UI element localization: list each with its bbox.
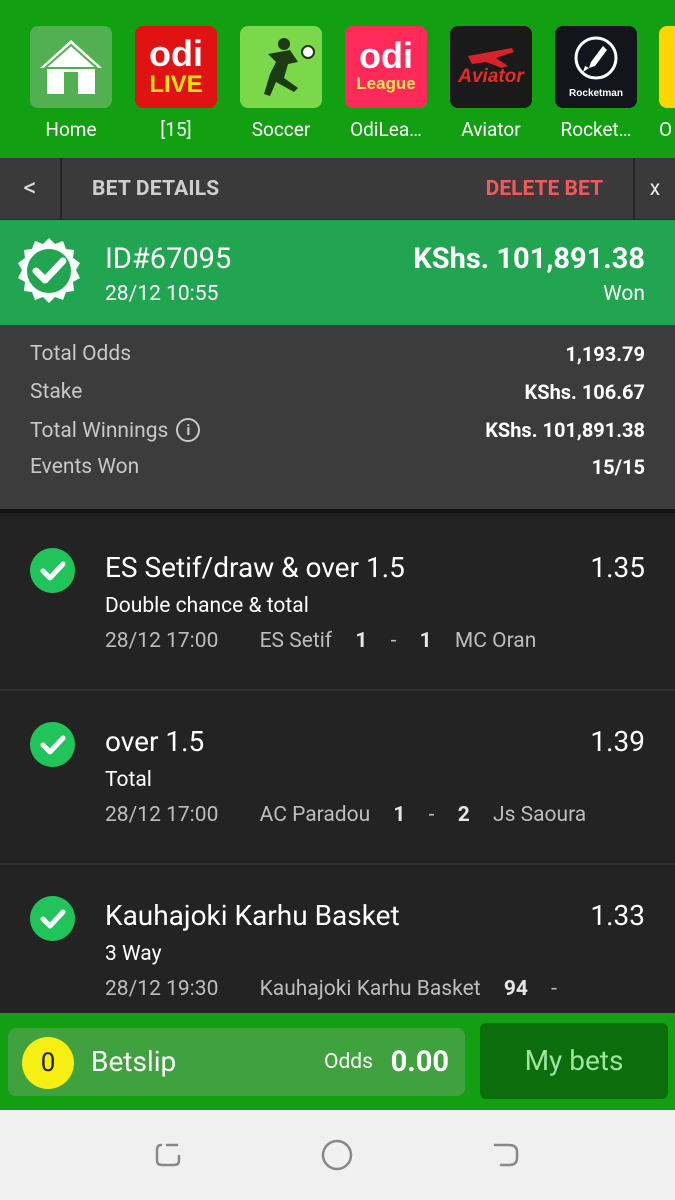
bet-id: ID#67095 bbox=[105, 242, 232, 276]
event-odds: 1.33 bbox=[590, 899, 645, 932]
summary-row-events-won: Events Won 15/15 bbox=[30, 455, 645, 485]
score-separator: - bbox=[551, 977, 557, 1001]
event-home-team: Kauhajoki Karhu Basket bbox=[259, 977, 481, 1001]
back-button[interactable]: < bbox=[0, 158, 62, 220]
my-bets-button[interactable]: My bets bbox=[480, 1023, 668, 1099]
event-away-score: 2 bbox=[457, 803, 470, 827]
event-odds: 1.35 bbox=[590, 551, 645, 584]
summary-label: Total Winnings bbox=[30, 419, 169, 443]
event-odds: 1.39 bbox=[590, 725, 645, 758]
app-label: Aviator bbox=[461, 118, 521, 141]
summary-value: 15/15 bbox=[591, 455, 645, 479]
bet-amount: KShs. 101,891.38 bbox=[413, 242, 645, 276]
check-icon bbox=[30, 722, 75, 767]
partial-app-icon bbox=[659, 26, 675, 108]
summary-value: KShs. 106.67 bbox=[524, 380, 645, 404]
event-item[interactable]: Kauhajoki Karhu Basket 1.33 3 Way 28/12 … bbox=[0, 865, 675, 1013]
event-home-team: AC Paradou bbox=[259, 803, 371, 827]
event-home-score: 94 bbox=[503, 977, 528, 1001]
event-datetime: 28/12 19:30 bbox=[105, 977, 219, 1001]
event-away-team: MC Oran bbox=[454, 629, 537, 653]
app-rocketman[interactable]: Rocketman Rocket… bbox=[554, 26, 638, 141]
summary-row-total-odds: Total Odds 1,193.79 bbox=[30, 342, 645, 372]
event-meta: 28/12 17:00 ES Setif 1 - 1 MC Oran bbox=[105, 629, 536, 653]
event-away-score: 1 bbox=[419, 629, 432, 653]
event-meta: 28/12 17:00 AC Paradou 1 - 2 Js Saoura bbox=[105, 803, 586, 827]
recent-apps-icon[interactable] bbox=[151, 1138, 185, 1172]
event-home-team: ES Setif bbox=[259, 629, 333, 653]
back-nav-icon[interactable] bbox=[489, 1138, 523, 1172]
info-icon[interactable]: i bbox=[176, 418, 201, 442]
app-label: Soccer bbox=[251, 118, 311, 141]
bet-details-header: < BET DETAILS DELETE BET x bbox=[0, 158, 675, 220]
summary-row-stake: Stake KShs. 106.67 bbox=[30, 380, 645, 410]
events-list[interactable]: ES Setif/draw & over 1.5 1.35 Double cha… bbox=[0, 517, 675, 1013]
event-market: 3 Way bbox=[105, 942, 162, 966]
event-home-score: 1 bbox=[355, 629, 368, 653]
bet-date: 28/12 10:55 bbox=[105, 282, 219, 306]
bet-status: Won bbox=[603, 282, 645, 306]
event-datetime: 28/12 17:00 bbox=[105, 629, 219, 653]
app-label: Home bbox=[45, 118, 97, 141]
app-aviator[interactable]: Aviator Aviator bbox=[449, 26, 533, 141]
bet-summary: Total Odds 1,193.79 Stake KShs. 106.67 T… bbox=[0, 325, 675, 513]
bet-status-banner: ID#67095 28/12 10:55 KShs. 101,891.38 Wo… bbox=[0, 220, 675, 325]
system-nav-bar bbox=[0, 1110, 675, 1200]
event-pick: over 1.5 bbox=[105, 725, 205, 758]
odi-live-logo: odi LIVE bbox=[135, 26, 217, 108]
event-home-score: 1 bbox=[393, 803, 406, 827]
event-datetime: 28/12 17:00 bbox=[105, 803, 219, 827]
app-soccer[interactable]: Soccer bbox=[239, 26, 323, 141]
event-pick: Kauhajoki Karhu Basket bbox=[105, 899, 400, 932]
event-meta: 28/12 19:30 Kauhajoki Karhu Basket 94 - bbox=[105, 977, 557, 1001]
app-label: O bbox=[659, 118, 673, 141]
event-item[interactable]: over 1.5 1.39 Total 28/12 17:00 AC Parad… bbox=[0, 691, 675, 865]
summary-label: Events Won bbox=[30, 455, 140, 479]
betslip-odds-value: 0.00 bbox=[390, 1045, 449, 1079]
event-market: Double chance & total bbox=[105, 594, 309, 618]
soccer-player-icon bbox=[240, 26, 322, 108]
score-separator: - bbox=[390, 629, 397, 653]
summary-label: Total Odds bbox=[30, 342, 132, 366]
betslip-label: Betslip bbox=[91, 1045, 177, 1078]
apps-bar: Home odi LIVE [15] Soccer odi League Odi… bbox=[0, 0, 675, 158]
event-item[interactable]: ES Setif/draw & over 1.5 1.35 Double cha… bbox=[0, 517, 675, 691]
rocketman-logo: Rocketman bbox=[555, 26, 637, 108]
betslip-button[interactable]: 0 Betslip Odds 0.00 bbox=[8, 1028, 465, 1096]
close-button[interactable]: x bbox=[633, 158, 675, 220]
bottom-bar: 0 Betslip Odds 0.00 My bets bbox=[0, 1013, 675, 1110]
home-icon bbox=[30, 26, 112, 108]
event-away-team: Js Saoura bbox=[492, 803, 587, 827]
app-partial[interactable]: O bbox=[659, 26, 675, 141]
summary-label: Stake bbox=[30, 380, 83, 404]
verified-badge-icon bbox=[18, 238, 80, 303]
odi-league-logo: odi League bbox=[345, 26, 427, 108]
betslip-count-badge: 0 bbox=[22, 1037, 74, 1089]
event-pick: ES Setif/draw & over 1.5 bbox=[105, 551, 405, 584]
delete-bet-button[interactable]: DELETE BET bbox=[486, 158, 603, 220]
aviator-logo: Aviator bbox=[450, 26, 532, 108]
app-home[interactable]: Home bbox=[29, 26, 113, 141]
page-title: BET DETAILS bbox=[92, 177, 220, 201]
app-label: OdiLea… bbox=[350, 118, 422, 141]
app-label: [15] bbox=[160, 118, 192, 141]
summary-row-total-winnings: Total Winnings i KShs. 101,891.38 bbox=[30, 418, 645, 448]
summary-value: KShs. 101,891.38 bbox=[485, 418, 645, 442]
check-icon bbox=[30, 548, 75, 593]
summary-value: 1,193.79 bbox=[565, 342, 645, 366]
app-odi-live[interactable]: odi LIVE [15] bbox=[134, 26, 218, 141]
event-market: Total bbox=[105, 768, 152, 792]
app-label: Rocket… bbox=[560, 118, 632, 141]
check-icon bbox=[30, 896, 75, 941]
app-odi-league[interactable]: odi League OdiLea… bbox=[344, 26, 428, 141]
home-nav-icon[interactable] bbox=[320, 1138, 354, 1172]
betslip-odds-label: Odds bbox=[324, 1050, 373, 1074]
score-separator: - bbox=[428, 803, 435, 827]
